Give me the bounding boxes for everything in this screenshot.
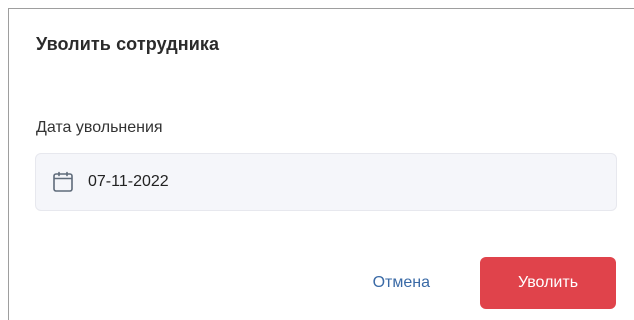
page-margin-left [0, 0, 8, 320]
dismissal-date-label: Дата увольнения [36, 119, 163, 136]
dismiss-employee-dialog: Уволить сотрудника Дата увольнения 07-11… [8, 8, 634, 320]
page-margin-top [0, 0, 634, 8]
calendar-icon[interactable] [50, 169, 76, 195]
dismissal-date-value: 07-11-2022 [88, 173, 169, 190]
cancel-button[interactable]: Отмена [373, 274, 430, 292]
dialog-title: Уволить сотрудника [36, 34, 220, 54]
dialog-actions: Отмена Уволить [373, 257, 616, 309]
dismissal-date-input[interactable]: 07-11-2022 [35, 153, 617, 211]
dismiss-employee-button[interactable]: Уволить [480, 257, 616, 309]
